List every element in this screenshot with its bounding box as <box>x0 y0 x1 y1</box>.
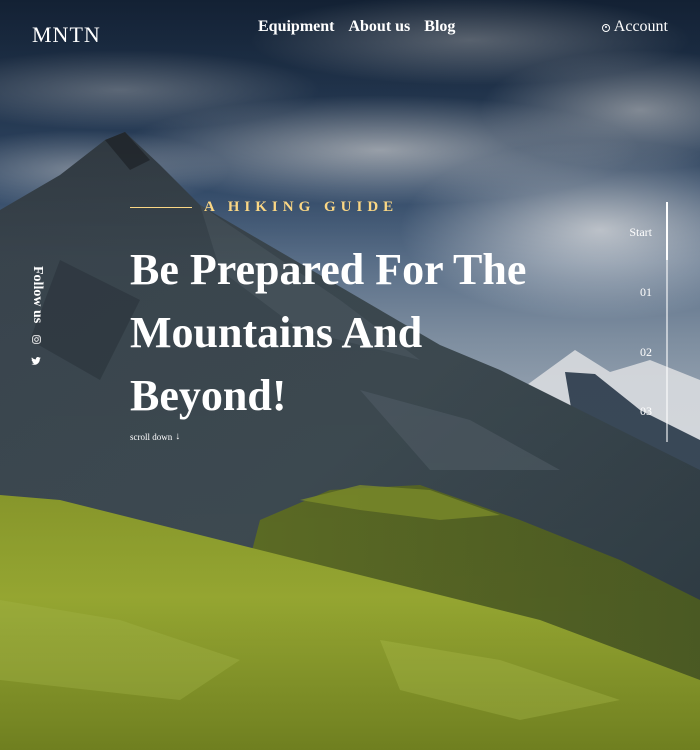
twitter-icon[interactable] <box>27 355 45 367</box>
main-nav: Equipment About us Blog <box>258 18 455 36</box>
pager-item-03[interactable]: 03 <box>640 404 652 419</box>
section-pager: Start 01 02 03 <box>608 202 668 442</box>
instagram-icon[interactable] <box>27 333 45 345</box>
nav-link-about-us[interactable]: About us <box>348 18 410 36</box>
hero-headline: Be Prepared For The Mountains And Beyond… <box>130 245 527 420</box>
arrow-down-icon: ↓ <box>175 431 181 442</box>
pager-item-start[interactable]: Start <box>629 225 652 240</box>
eyebrow: A HIKING GUIDE <box>130 199 398 216</box>
scroll-down-label: scroll down <box>130 432 173 442</box>
follow-us-sidebar: Follow us <box>27 266 45 367</box>
nav-link-blog[interactable]: Blog <box>424 18 455 36</box>
scroll-down-link[interactable]: scroll down ↓ <box>130 431 181 443</box>
pager-active-indicator <box>666 202 668 260</box>
brand-logo[interactable]: MNTN <box>32 22 101 48</box>
eyebrow-text: A HIKING GUIDE <box>204 199 399 215</box>
account-label: Account <box>613 18 668 35</box>
follow-us-label: Follow us <box>30 266 45 324</box>
pager-item-02[interactable]: 02 <box>640 345 652 360</box>
hero-section: MNTN Equipment About us Blog Account Fol… <box>0 0 700 750</box>
nav-link-equipment[interactable]: Equipment <box>258 18 334 36</box>
pager-item-01[interactable]: 01 <box>640 285 652 300</box>
eyebrow-line <box>130 207 192 208</box>
account-link[interactable]: Account <box>601 18 668 36</box>
account-icon <box>601 23 610 32</box>
